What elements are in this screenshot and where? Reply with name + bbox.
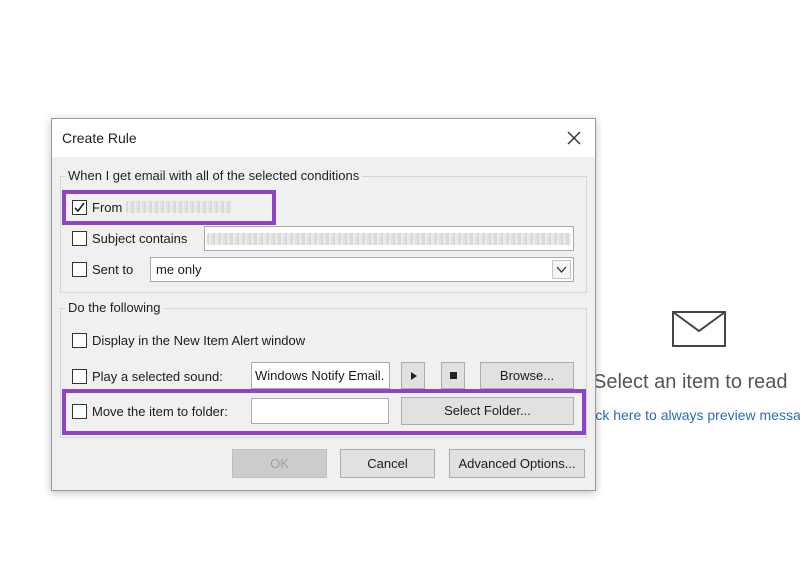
ok-button[interactable]: OK bbox=[232, 449, 327, 478]
chevron-down-icon bbox=[556, 266, 567, 273]
display-alert-checkbox[interactable] bbox=[72, 333, 87, 348]
close-button[interactable] bbox=[559, 123, 589, 153]
play-icon bbox=[411, 372, 417, 380]
sent-to-checkbox[interactable] bbox=[72, 262, 87, 277]
conditions-group-label: When I get email with all of the selecte… bbox=[65, 168, 363, 183]
advanced-options-button[interactable]: Advanced Options... bbox=[449, 449, 585, 478]
stop-icon bbox=[450, 372, 457, 379]
preview-link[interactable]: Click here to always preview messages bbox=[593, 407, 800, 423]
subject-checkbox[interactable] bbox=[72, 231, 87, 246]
sent-to-select[interactable]: me only bbox=[150, 257, 574, 282]
empty-pane-title: Select an item to read bbox=[593, 371, 788, 393]
cancel-button-label: Cancel bbox=[367, 456, 408, 471]
ok-button-label: OK bbox=[270, 456, 289, 471]
from-highlight bbox=[62, 190, 276, 225]
subject-input[interactable] bbox=[204, 226, 574, 251]
stop-sound-button[interactable] bbox=[441, 362, 465, 389]
move-to-folder-highlight bbox=[62, 389, 586, 435]
browse-button-label: Browse... bbox=[499, 368, 555, 383]
advanced-options-button-label: Advanced Options... bbox=[458, 456, 576, 471]
close-icon bbox=[567, 131, 581, 145]
sent-to-value: me only bbox=[156, 262, 202, 277]
actions-group-label: Do the following bbox=[65, 300, 164, 315]
sound-file-input[interactable]: Windows Notify Email. bbox=[251, 362, 390, 389]
cancel-button[interactable]: Cancel bbox=[340, 449, 435, 478]
dialog-title: Create Rule bbox=[62, 130, 137, 146]
dropdown-button[interactable] bbox=[552, 260, 571, 279]
browse-button[interactable]: Browse... bbox=[480, 362, 574, 389]
create-rule-dialog: Create Rule When I get email with all of… bbox=[51, 118, 596, 491]
play-sound-label: Play a selected sound: bbox=[92, 369, 223, 384]
play-sound-checkbox[interactable] bbox=[72, 369, 87, 384]
subject-text-redacted bbox=[207, 233, 571, 245]
sent-to-label: Sent to bbox=[92, 262, 134, 277]
play-sound-button[interactable] bbox=[401, 362, 425, 389]
envelope-icon bbox=[672, 311, 726, 347]
sound-file-value: Windows Notify Email. bbox=[255, 368, 385, 383]
subject-label: Subject contains bbox=[92, 231, 188, 246]
display-alert-label: Display in the New Item Alert window bbox=[92, 333, 306, 348]
title-bar: Create Rule bbox=[52, 119, 595, 157]
